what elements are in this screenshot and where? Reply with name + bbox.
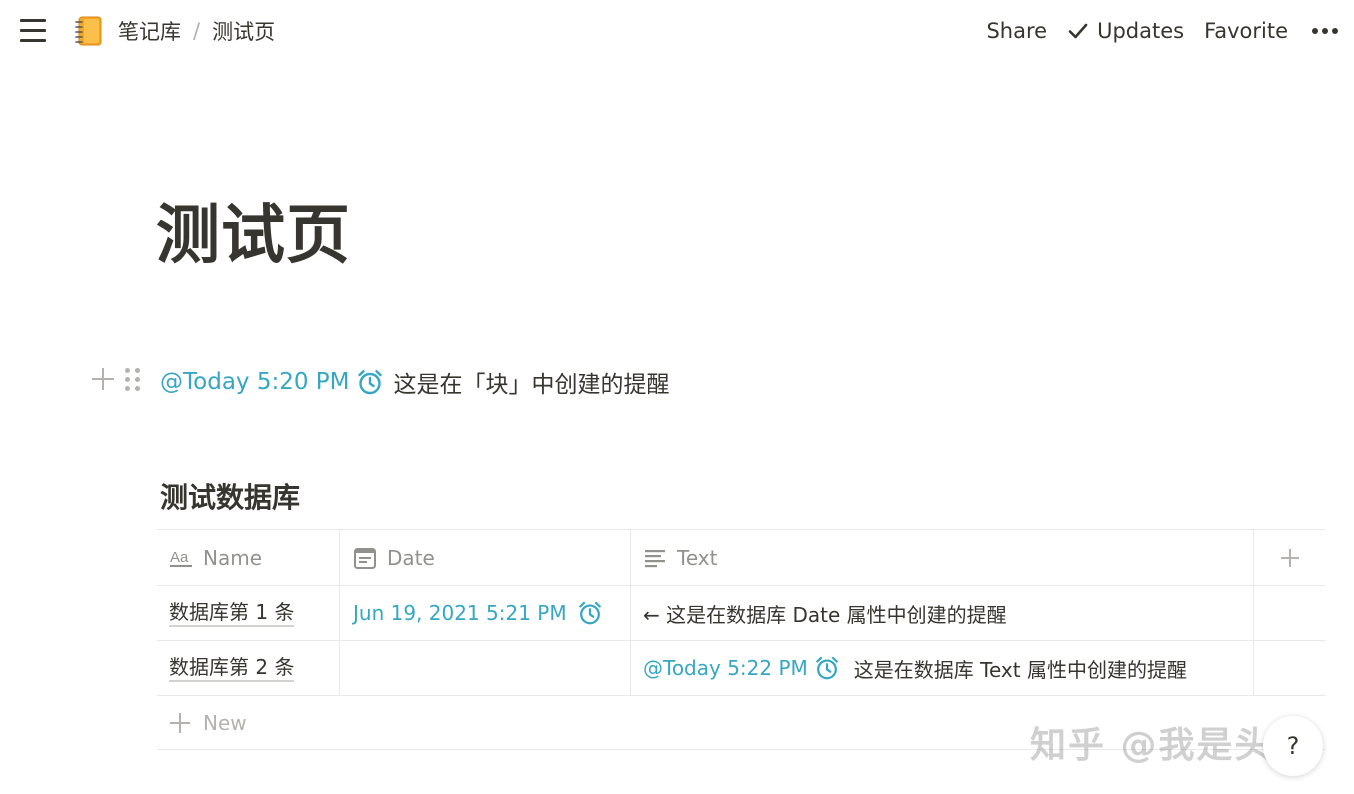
hamburger-menu-icon[interactable] <box>18 18 48 44</box>
text-value: @Today 5:22 PM 这是在数据库 Text 属性中创建的提醒 <box>643 654 1187 683</box>
date-mention-text: @Today 5:22 PM <box>643 656 808 680</box>
help-button[interactable]: ? <box>1263 716 1323 776</box>
reminder-block[interactable]: @Today 5:20 PM 这是在「块」中创建的提醒 <box>160 364 670 400</box>
empty-cell <box>1254 641 1325 695</box>
row-title[interactable]: 数据库第 2 条 <box>169 654 295 682</box>
database-title[interactable]: 测试数据库 <box>160 476 300 516</box>
new-row-label: New <box>203 710 247 735</box>
date-value-text: Jun 19, 2021 5:21 PM <box>353 601 567 625</box>
alarm-clock-icon <box>578 601 601 625</box>
check-icon <box>1068 23 1088 39</box>
drag-handle-icon[interactable] <box>124 366 140 392</box>
date-mention-text: @Today 5:20 PM <box>160 369 350 395</box>
text-value-rest: 这是在数据库 Text 属性中创建的提醒 <box>853 657 1187 682</box>
updates-button[interactable]: Updates <box>1057 17 1194 45</box>
text-value: ← 这是在数据库 Date 属性中创建的提醒 <box>643 602 1007 627</box>
table-row: 数据库第 1 条 Jun 19, 2021 5:21 PM ← 这是在数据库 D… <box>157 586 1325 641</box>
text-cell[interactable]: ← 这是在数据库 Date 属性中创建的提醒 <box>631 586 1254 640</box>
breadcrumb-separator: / <box>193 19 201 43</box>
calendar-icon <box>354 547 376 569</box>
more-dots-icon[interactable] <box>1298 24 1346 38</box>
notebook-icon <box>75 16 102 46</box>
breadcrumb: 笔记库 / 测试页 <box>72 14 279 48</box>
empty-cell <box>1254 586 1325 640</box>
date-cell[interactable] <box>340 641 631 695</box>
add-block-plus-icon[interactable] <box>90 366 116 392</box>
date-value[interactable]: Jun 19, 2021 5:21 PM <box>353 600 603 626</box>
updates-label: Updates <box>1097 19 1185 43</box>
table-row: 数据库第 2 条 @Today 5:22 PM 这是在数据库 Text 属性中创… <box>157 641 1325 696</box>
svg-text:Aa: Aa <box>170 549 189 566</box>
date-mention[interactable]: @Today 5:20 PM <box>160 368 384 396</box>
text-aa-icon: Aa <box>170 549 192 567</box>
add-column-plus-icon[interactable] <box>1278 546 1302 570</box>
page-title[interactable]: 测试页 <box>156 184 351 276</box>
alarm-clock-icon <box>357 370 382 395</box>
column-header-name[interactable]: Aa Name <box>157 530 340 585</box>
breadcrumb-item-notebook[interactable]: 笔记库 <box>114 14 185 48</box>
text-lines-icon <box>645 549 665 567</box>
topbar-actions: Share Updates Favorite <box>976 14 1346 48</box>
row-title[interactable]: 数据库第 1 条 <box>169 599 295 627</box>
column-header-text-label: Text <box>677 545 718 570</box>
date-mention[interactable]: @Today 5:22 PM <box>643 655 840 681</box>
column-header-name-label: Name <box>203 545 263 570</box>
favorite-button[interactable]: Favorite <box>1194 17 1298 45</box>
date-cell[interactable]: Jun 19, 2021 5:21 PM <box>340 586 631 640</box>
share-button[interactable]: Share <box>976 17 1057 45</box>
text-cell[interactable]: @Today 5:22 PM 这是在数据库 Text 属性中创建的提醒 <box>631 641 1254 695</box>
column-header-text[interactable]: Text <box>631 530 1254 585</box>
table-header-row: Aa Name Date Text <box>157 530 1325 586</box>
column-header-date[interactable]: Date <box>340 530 631 585</box>
block-text: 这是在「块」中创建的提醒 <box>393 372 670 398</box>
breadcrumb-item-page[interactable]: 测试页 <box>208 14 279 48</box>
block-handle <box>90 366 140 392</box>
plus-icon <box>169 712 191 734</box>
column-header-date-label: Date <box>387 545 435 570</box>
add-column-cell <box>1254 530 1325 585</box>
name-cell[interactable]: 数据库第 2 条 <box>157 641 340 695</box>
alarm-clock-icon <box>815 656 838 680</box>
topbar: 笔记库 / 测试页 Share Updates Favorite <box>0 0 1354 62</box>
name-cell[interactable]: 数据库第 1 条 <box>157 586 340 640</box>
